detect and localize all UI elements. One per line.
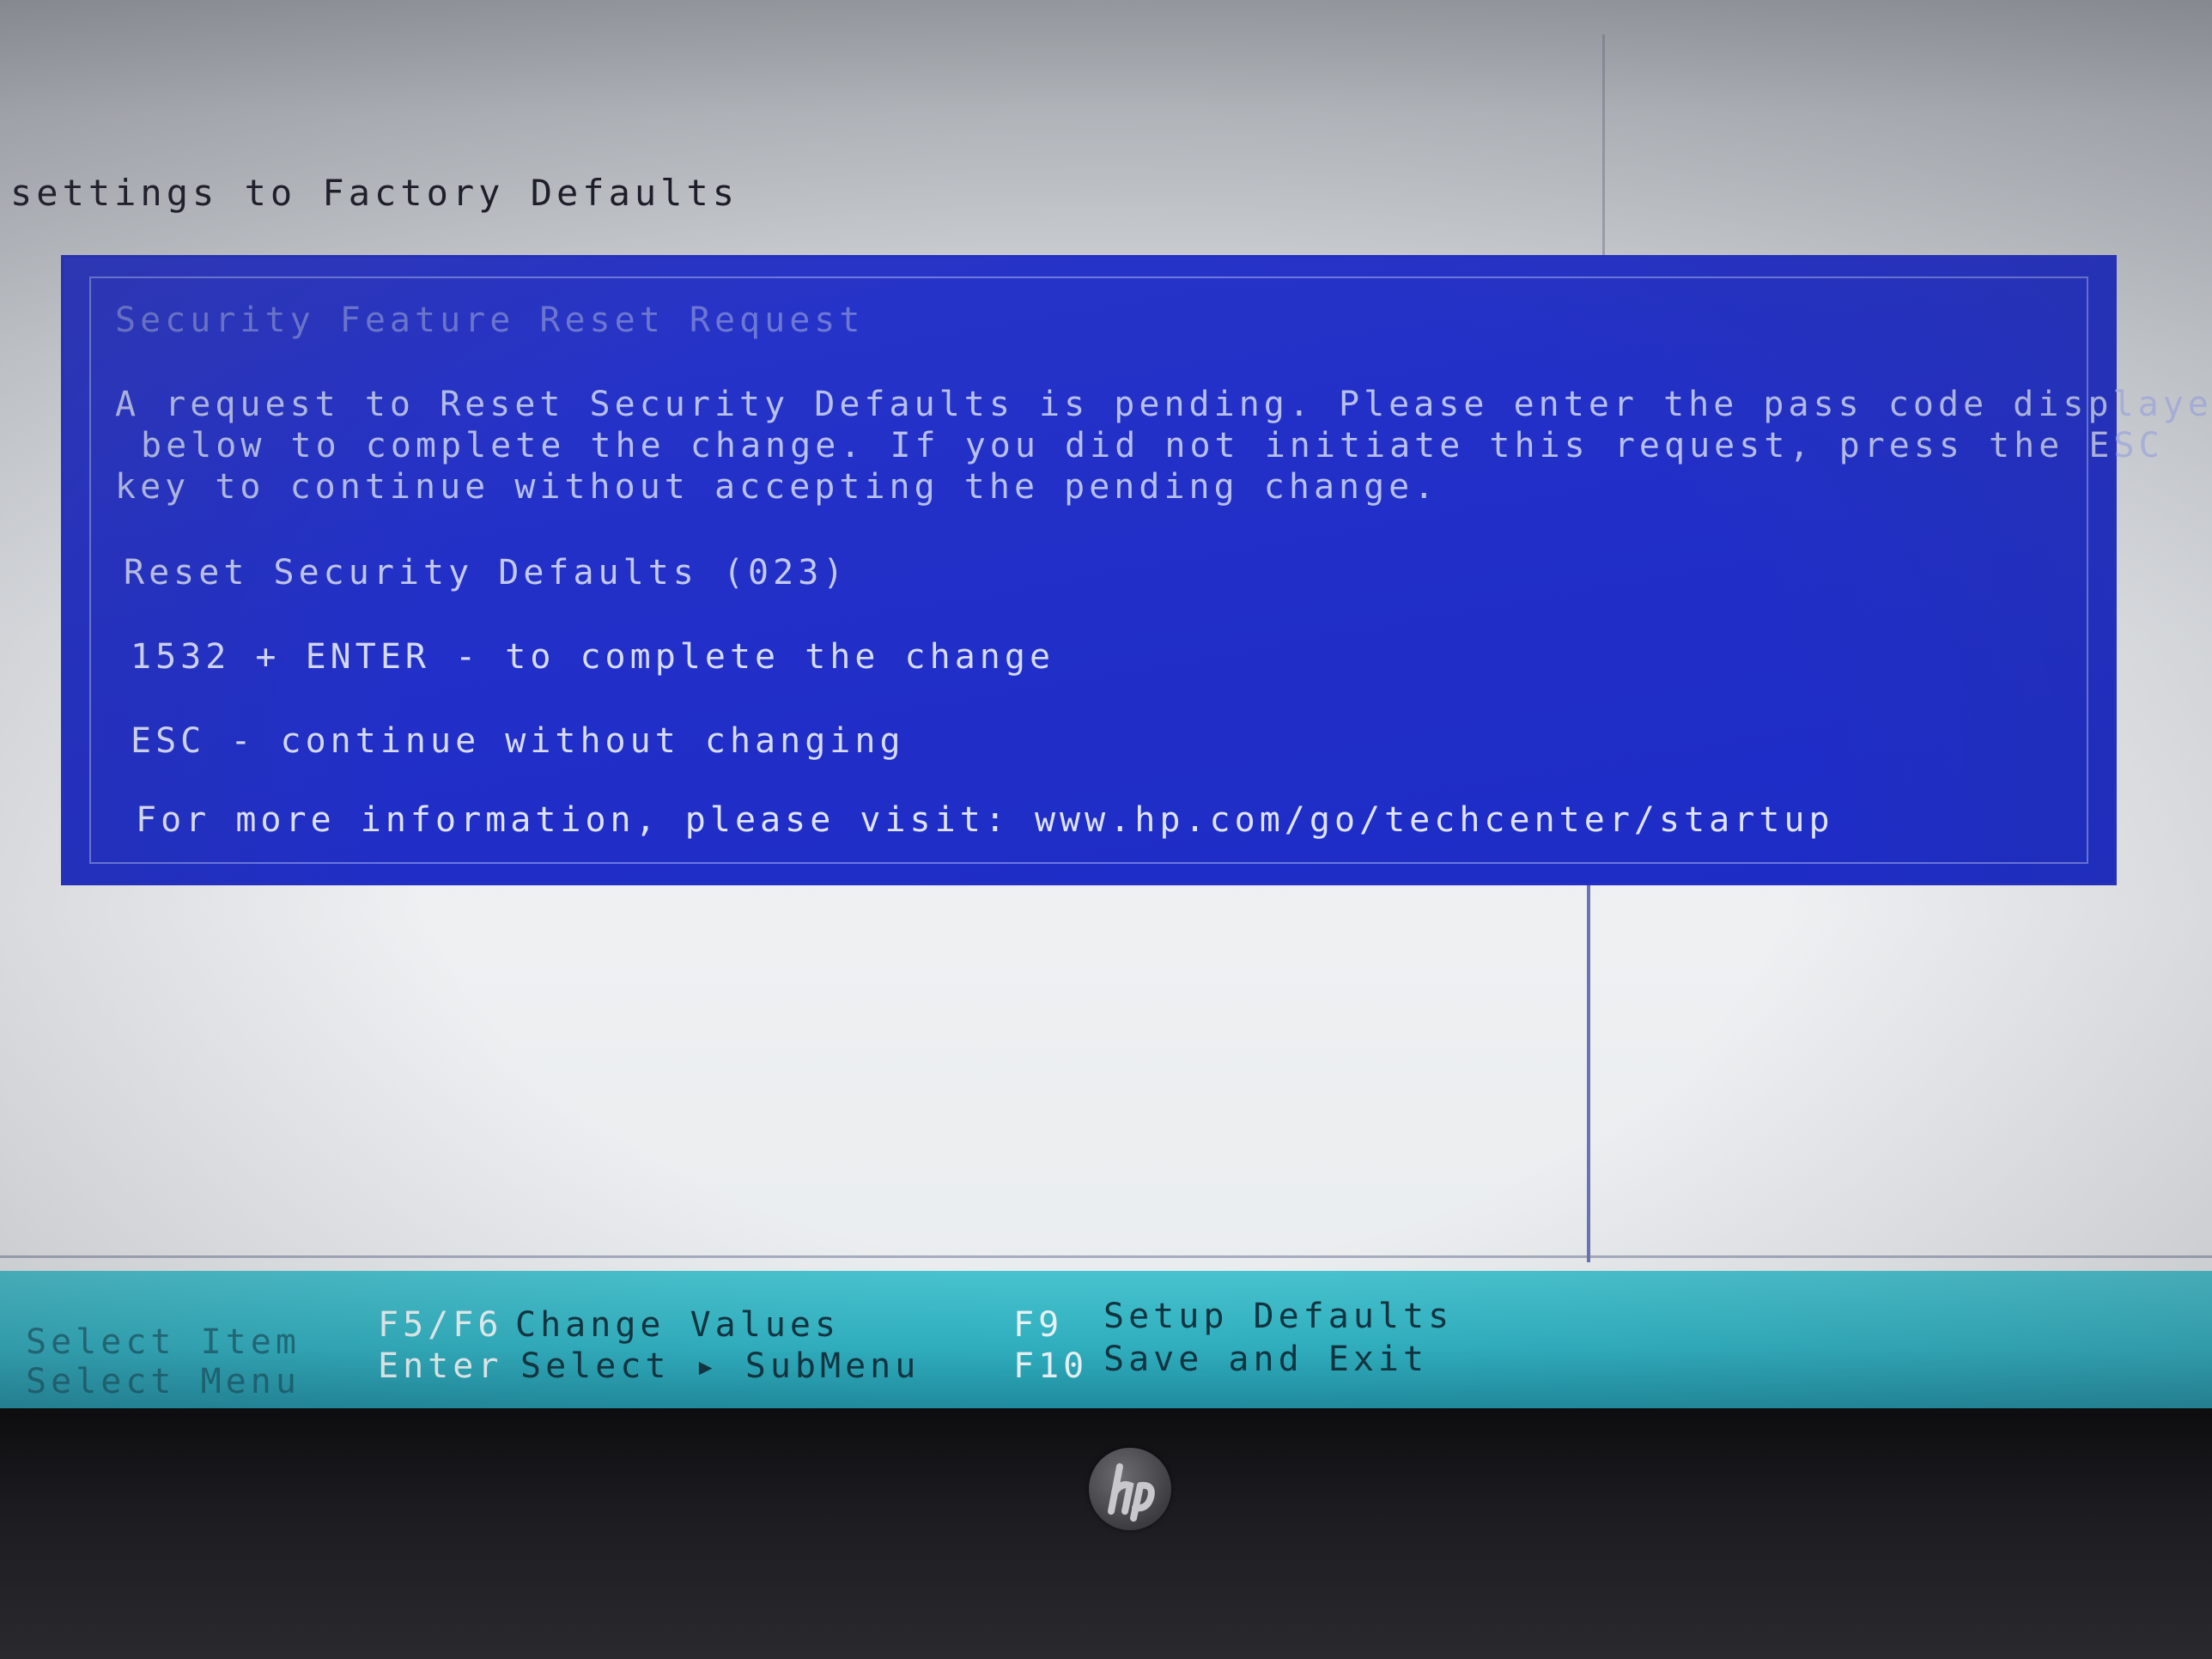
help-desc-change-values: Change Values	[515, 1305, 841, 1345]
help-desc-setup-defaults: Setup Defaults	[1103, 1297, 1454, 1336]
bios-screen: settings to Factory Defaults Security Fe…	[0, 0, 2212, 1408]
help-key-f10: F10	[1013, 1346, 1089, 1386]
page-title: settings to Factory Defaults	[10, 172, 739, 214]
panel-divider-top	[1602, 34, 1605, 266]
reset-request-label: Reset Security Defaults (023)	[124, 553, 848, 592]
info-link: For more information, please visit: www.…	[136, 800, 1834, 840]
hp-logo-glyph	[1108, 1463, 1155, 1522]
escape-option[interactable]: ESC - continue without changing	[131, 721, 905, 761]
help-key-f9: F9	[1013, 1305, 1064, 1345]
monitor-bezel	[0, 1408, 2212, 1659]
panel-divider-bottom	[1587, 867, 1590, 1262]
help-desc-save-exit: Save and Exit	[1103, 1340, 1429, 1379]
dialog-message-line: key to continue without accepting the pe…	[115, 467, 1439, 507]
help-select-menu: Select Menu	[26, 1362, 301, 1401]
dialog-title: Security Feature Reset Request	[115, 301, 865, 340]
help-bar: Select Item Select Menu F5/F6 Change Val…	[0, 1271, 2212, 1408]
dialog-message-line: A request to Reset Security Defaults is …	[115, 385, 2212, 424]
confirm-option[interactable]: 1532 + ENTER - to complete the change	[131, 637, 1054, 677]
help-key-f5f6: F5/F6	[378, 1305, 503, 1345]
security-reset-dialog: Security Feature Reset Request A request…	[64, 258, 2212, 883]
content-divider	[0, 1255, 2212, 1258]
help-key-enter: Enter	[378, 1346, 503, 1386]
dialog-message-line: below to complete the change. If you did…	[141, 426, 2164, 465]
help-select-item: Select Item	[26, 1322, 301, 1362]
help-desc-select-submenu: Select ▸ SubMenu	[520, 1346, 921, 1386]
hp-logo-icon	[1089, 1448, 1171, 1530]
